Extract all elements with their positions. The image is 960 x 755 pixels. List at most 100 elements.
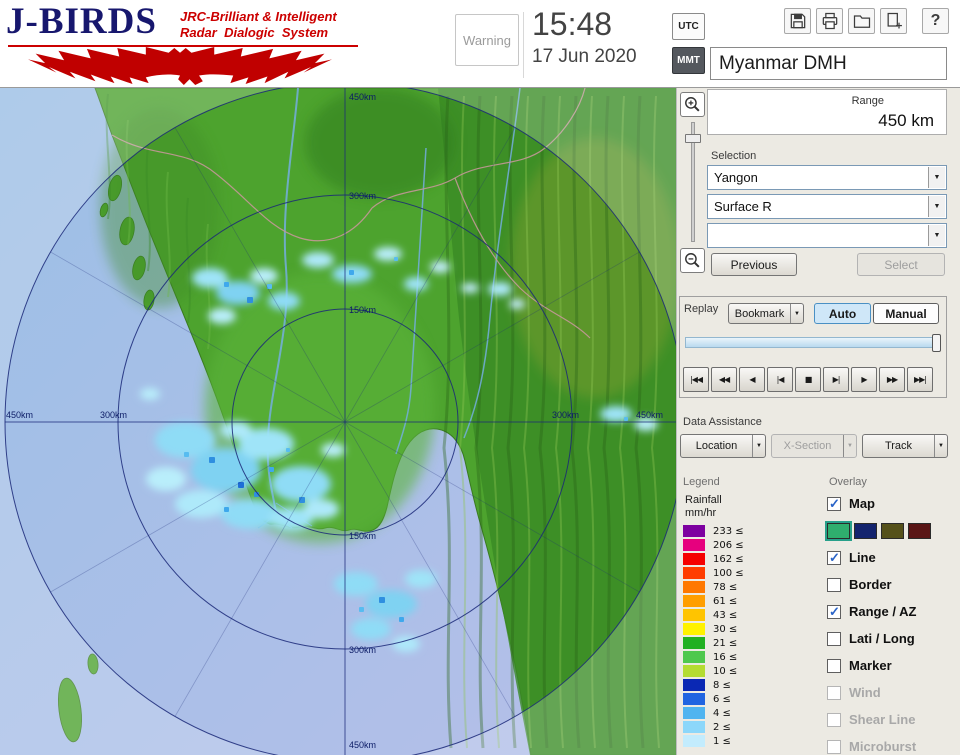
radar-map-viewport[interactable]: 450km 300km 150km 150km 300km 450km 450km 300km… [0,88,676,755]
manual-label: Manual [885,306,927,321]
site-dropdown[interactable]: Yangon ▼ [707,165,947,190]
dropdown-arrow-icon: ▼ [790,304,803,323]
legend-value: 61 ≤ [713,595,738,607]
legend-swatch [683,539,705,551]
map-color-swatch[interactable] [854,522,877,539]
legend-row: 16 ≤ [683,650,744,664]
print-button[interactable] [816,8,843,34]
overlay-title: Overlay [829,476,867,488]
save-icon [790,13,805,29]
zoom-out-icon [685,253,700,268]
previous-button[interactable]: Previous [711,253,797,276]
export-button[interactable] [880,8,907,34]
dropdown-button[interactable]: ▼ [928,225,945,246]
range-ring-label: 450km [636,410,663,420]
overlay-label: Lati / Long [849,631,915,646]
legend-unit-line1: Rainfall [685,494,722,506]
fast-rewind-button[interactable]: ◀◀ [711,367,737,392]
manual-mode-button[interactable]: Manual [873,303,939,324]
checkbox[interactable] [827,577,841,592]
legend-row: 100 ≤ [683,566,744,580]
map-color-swatch[interactable] [825,520,852,541]
legend-row: 6 ≤ [683,692,744,706]
legend-row: 206 ≤ [683,538,744,552]
step-back-button[interactable]: |◀ [767,367,793,392]
timeline-slider-handle[interactable] [932,334,941,352]
app-logo-subtitle-2: Radar Dialogic System [180,25,329,40]
zoom-in-button[interactable] [680,92,705,117]
range-value: 450 km [878,111,934,130]
map-color-swatch[interactable] [908,522,931,539]
legend-scale: 233 ≤ 206 ≤ 162 ≤ 100 ≤ 78 ≤ 61 ≤ 43 ≤ 30 ≤ 21 ≤… [683,524,744,748]
clock-block: 15:48 17 Jun 2020 [532,6,637,68]
legend-row: 233 ≤ [683,524,744,538]
zoom-out-button[interactable] [680,248,705,273]
checkbox[interactable] [827,604,841,620]
checkbox[interactable] [827,658,841,673]
replay-label: Replay [684,303,719,315]
step-forward-button[interactable]: ▶| [823,367,849,392]
overlay-item-lati-long[interactable]: Lati / Long [827,625,959,652]
range-display: Range 450 km [707,89,947,135]
x-section-button: X-Section ▼ [771,434,857,458]
legend-row: 30 ≤ [683,622,744,636]
checkbox[interactable] [827,496,841,512]
overlay-label: Range / AZ [849,604,917,619]
help-button[interactable]: ? [922,8,949,34]
skip-to-end-button[interactable]: ▶▶| [907,367,933,392]
extra-dropdown[interactable]: ▼ [707,223,947,248]
dropdown-button[interactable]: ▼ [928,167,945,188]
legend-swatch [683,665,705,677]
data-assistance-label: Data Assistance [683,416,762,428]
overlay-label: Shear Line [849,712,916,727]
stop-button[interactable]: ■ [795,367,821,392]
product-dropdown[interactable]: Surface R ▼ [707,194,947,219]
legend-value: 233 ≤ [713,525,744,537]
mmt-toggle-button[interactable]: MMT [672,47,705,74]
utc-toggle-button[interactable]: UTC [672,13,705,40]
overlay-item-range-az[interactable]: Range / AZ [827,598,959,625]
utc-label: UTC [678,21,699,32]
save-button[interactable] [784,8,811,34]
location-button[interactable]: Location ▼ [680,434,766,458]
overlay-item-border[interactable]: Border [827,571,959,598]
fast-forward-button[interactable]: ▶▶ [879,367,905,392]
zoom-slider-handle[interactable] [685,134,701,143]
overlay-label: Marker [849,658,892,673]
legend-swatch [683,553,705,565]
legend-row: 2 ≤ [683,720,744,734]
legend-row: 162 ≤ [683,552,744,566]
overlay-item-line[interactable]: Line [827,544,959,571]
range-ring-label: 300km [100,410,127,420]
play-backward-button[interactable]: ◀ [739,367,765,392]
auto-mode-button[interactable]: Auto [814,303,871,324]
overlay-list: Map Line Border Range / AZ Lati / Long Marker… [825,490,959,755]
overlay-item-marker[interactable]: Marker [827,652,959,679]
dropdown-button[interactable]: ▼ [928,196,945,217]
range-ring-label: 300km [349,191,376,201]
open-folder-button[interactable] [848,8,875,34]
station-name-box: Myanmar DMH [710,47,947,80]
checkbox[interactable] [827,631,841,646]
map-color-swatch[interactable] [881,522,904,539]
overlay-label: Line [849,550,876,565]
site-dropdown-value: Yangon [714,170,758,185]
skip-to-start-button[interactable]: |◀◀ [683,367,709,392]
help-icon: ? [930,12,941,29]
range-label: Range [851,95,884,107]
radar-map-display[interactable]: 450km 300km 150km 150km 300km 450km 450km 300km… [0,88,676,755]
button-label: Track [884,440,913,452]
checkbox [827,712,841,727]
legend-swatch [683,735,705,747]
legend-value: 1 ≤ [713,735,731,747]
print-icon [822,12,837,30]
overlay-label: Wind [849,685,881,700]
warning-button[interactable]: Warning [455,14,519,66]
legend-swatch [683,637,705,649]
track-button[interactable]: Track ▼ [862,434,948,458]
bookmark-button[interactable]: Bookmark ▼ [728,303,804,324]
play-forward-button[interactable]: ▶ [851,367,877,392]
checkbox[interactable] [827,550,841,566]
overlay-item-map[interactable]: Map [827,490,959,517]
replay-timeline-slider[interactable] [685,334,941,352]
